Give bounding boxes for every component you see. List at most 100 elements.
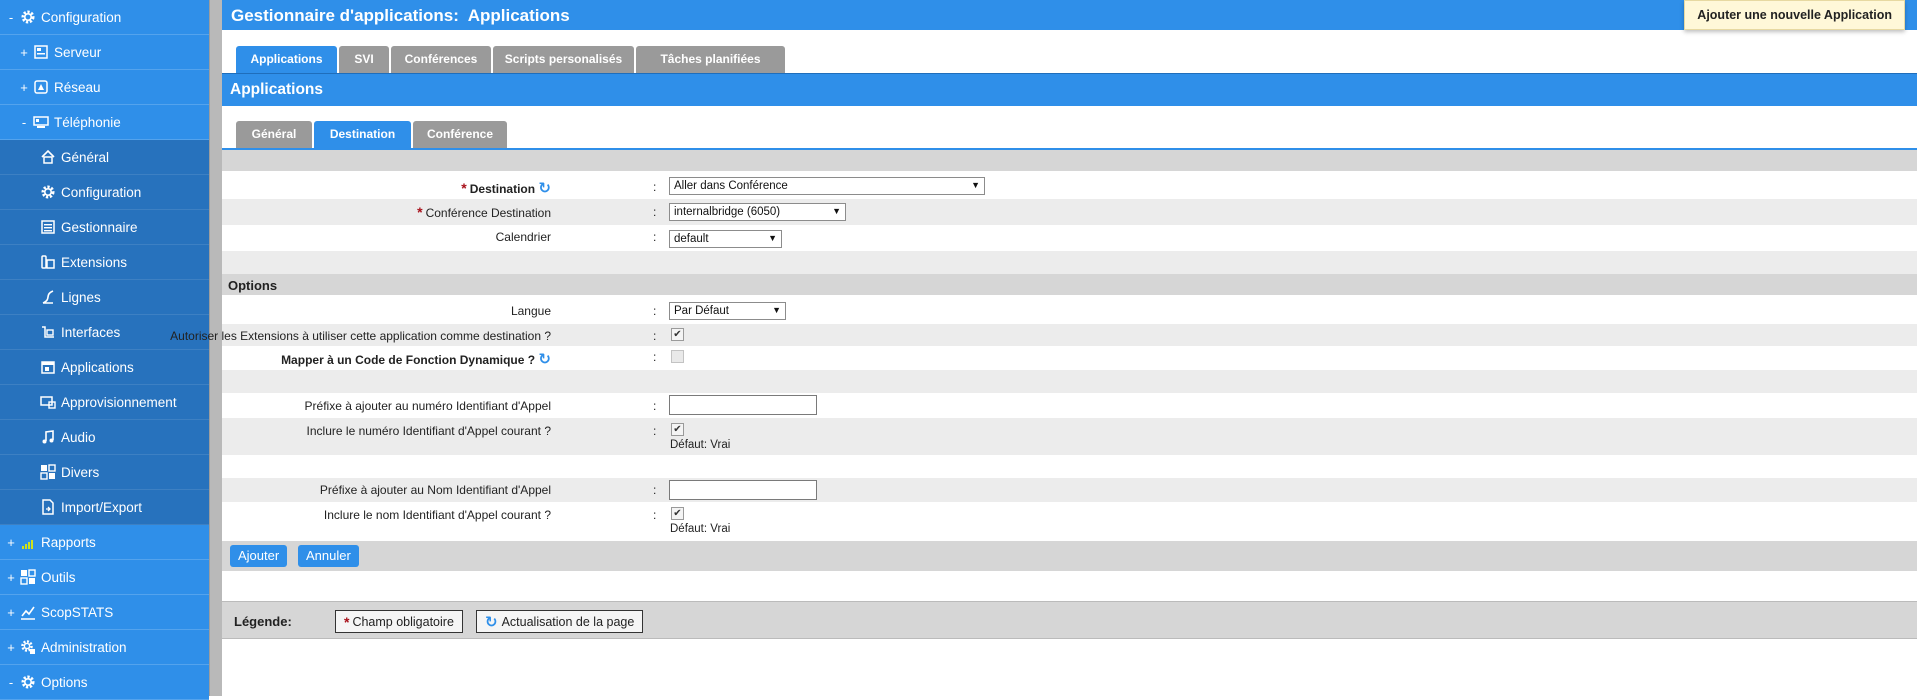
sidebar-item-options[interactable]: - Options — [0, 665, 209, 700]
sidebar-item-approvisionnement[interactable]: Approvisionnement — [0, 385, 209, 420]
expand-toggle[interactable]: + — [5, 535, 17, 550]
colon: : — [653, 205, 657, 219]
collapse-toggle[interactable]: - — [5, 10, 17, 25]
sidebar-item-lignes[interactable]: Lignes — [0, 280, 209, 315]
sidebar-item-label: Options — [41, 674, 88, 690]
destination-label: Destination — [469, 182, 536, 196]
spacer-row — [222, 370, 1917, 393]
destination-row: * Destination ↻ : Aller dans Conférence ▼ — [222, 174, 1917, 198]
collapse-toggle[interactable]: - — [18, 115, 30, 130]
include-cid-name-row: Inclure le nom Identifiant d'Appel coura… — [222, 502, 1917, 541]
map-feature-code-label: Mapper à un Code de Fonction Dynamique ? — [281, 353, 536, 367]
tools-icon — [20, 569, 36, 585]
cid-number-prefix-input[interactable] — [669, 395, 817, 415]
legend: Légende: * Champ obligatoire ↻ Actualisa… — [222, 601, 1917, 639]
gear-icon — [40, 184, 56, 200]
sidebar-item-label: Outils — [41, 569, 76, 585]
section-header: Applications — [222, 73, 1917, 106]
tab-conference[interactable]: Conférence — [413, 121, 507, 148]
chevron-down-icon: ▼ — [768, 233, 777, 243]
sidebar-item-reseau[interactable]: + Réseau — [0, 70, 209, 105]
sidebar-item-configuration-sub[interactable]: Configuration — [0, 175, 209, 210]
applications-icon — [40, 359, 56, 375]
tab-conferences[interactable]: Conférences — [391, 46, 491, 73]
sidebar-item-label: Serveur — [54, 44, 102, 60]
expand-toggle[interactable]: + — [18, 80, 30, 95]
expand-toggle[interactable]: + — [5, 605, 17, 620]
gear-icon — [20, 674, 36, 690]
sidebar-item-administration[interactable]: + Administration — [0, 630, 209, 665]
colon: : — [653, 483, 657, 497]
include-cid-number-checkbox[interactable]: ✔ — [671, 423, 684, 436]
gear-icon — [20, 9, 36, 25]
calendar-select-value: default — [674, 233, 709, 245]
default-hint: Défaut: Vrai — [670, 439, 731, 451]
legend-refresh-label: Actualisation de la page — [501, 614, 635, 629]
chevron-down-icon: ▼ — [832, 206, 841, 216]
legend-refresh: ↻ Actualisation de la page — [476, 610, 644, 633]
destination-select[interactable]: Aller dans Conférence ▼ — [669, 177, 985, 195]
include-cid-name-checkbox[interactable]: ✔ — [671, 507, 684, 520]
add-button[interactable]: Ajouter — [230, 545, 288, 567]
sidebar-item-applications[interactable]: Applications — [0, 350, 209, 385]
expand-toggle[interactable]: + — [5, 640, 17, 655]
add-application-button[interactable]: Ajouter une nouvelle Application — [1684, 0, 1905, 30]
misc-icon — [40, 464, 56, 480]
sidebar-item-telephonie[interactable]: - Téléphonie — [0, 105, 209, 140]
allow-extensions-checkbox[interactable]: ✔ — [671, 328, 684, 341]
conference-destination-select[interactable]: internalbridge (6050) ▼ — [669, 203, 846, 221]
stats-icon — [20, 604, 36, 620]
sidebar-item-gestionnaire[interactable]: Gestionnaire — [0, 210, 209, 245]
sidebar-item-label: Approvisionnement — [61, 394, 177, 410]
home-icon — [40, 149, 56, 165]
sidebar-item-label: Interfaces — [61, 324, 121, 340]
cid-name-prefix-input[interactable] — [669, 480, 817, 500]
language-select[interactable]: Par Défaut ▼ — [669, 302, 786, 320]
music-note-icon — [40, 429, 56, 445]
expand-toggle[interactable]: + — [5, 570, 17, 585]
spacer-row — [222, 455, 1917, 478]
destination-select-value: Aller dans Conférence — [674, 180, 788, 192]
telephony-icon — [33, 114, 49, 130]
sidebar-item-serveur[interactable]: + Serveur — [0, 35, 209, 70]
expand-toggle[interactable]: + — [18, 45, 30, 60]
sidebar-item-extensions[interactable]: Extensions — [0, 245, 209, 280]
map-feature-code-checkbox[interactable] — [671, 350, 684, 363]
tab-destination[interactable]: Destination — [314, 121, 411, 148]
legend-required: * Champ obligatoire — [335, 610, 463, 633]
network-icon — [33, 79, 49, 95]
sidebar-item-import-export[interactable]: Import/Export — [0, 490, 209, 525]
chevron-down-icon: ▼ — [971, 180, 980, 190]
form-top-bar — [222, 150, 1917, 171]
required-marker: * — [344, 613, 350, 630]
interfaces-icon — [40, 324, 56, 340]
include-cid-number-row: Inclure le numéro Identifiant d'Appel co… — [222, 418, 1917, 455]
collapse-toggle[interactable]: - — [5, 675, 17, 690]
calendar-select[interactable]: default ▼ — [669, 230, 782, 248]
cid-number-prefix-row: Préfixe à ajouter au numéro Identifiant … — [222, 393, 1917, 418]
sidebar-item-audio[interactable]: Audio — [0, 420, 209, 455]
sidebar-item-configuration[interactable]: - Configuration — [0, 0, 209, 35]
sidebar-item-general[interactable]: Général — [0, 140, 209, 175]
sidebar-item-outils[interactable]: + Outils — [0, 560, 209, 595]
tab-svi[interactable]: SVI — [339, 46, 389, 73]
sidebar-item-rapports[interactable]: + Rapports — [0, 525, 209, 560]
sidebar-item-scopstats[interactable]: + ScopSTATS — [0, 595, 209, 630]
section-title: Applications — [230, 81, 324, 98]
options-title: Options — [228, 278, 278, 293]
sidebar-item-divers[interactable]: Divers — [0, 455, 209, 490]
sidebar-item-label: ScopSTATS — [41, 604, 114, 620]
colon: : — [653, 304, 657, 318]
tab-applications[interactable]: Applications — [236, 46, 337, 73]
tab-general[interactable]: Général — [236, 121, 312, 148]
spacer-row — [222, 251, 1917, 274]
sidebar-item-label: Applications — [61, 359, 134, 375]
conference-destination-label: Conférence Destination — [425, 206, 551, 220]
cancel-button[interactable]: Annuler — [298, 545, 359, 567]
tab-scripts[interactable]: Scripts personalisés — [493, 46, 634, 73]
tab-scheduled-tasks[interactable]: Tâches planifiées — [636, 46, 785, 73]
import-export-icon — [40, 499, 56, 515]
server-icon — [33, 44, 49, 60]
sidebar-item-label: Lignes — [61, 289, 101, 305]
allow-extensions-row: Autoriser les Extensions à utiliser cett… — [170, 324, 1917, 346]
